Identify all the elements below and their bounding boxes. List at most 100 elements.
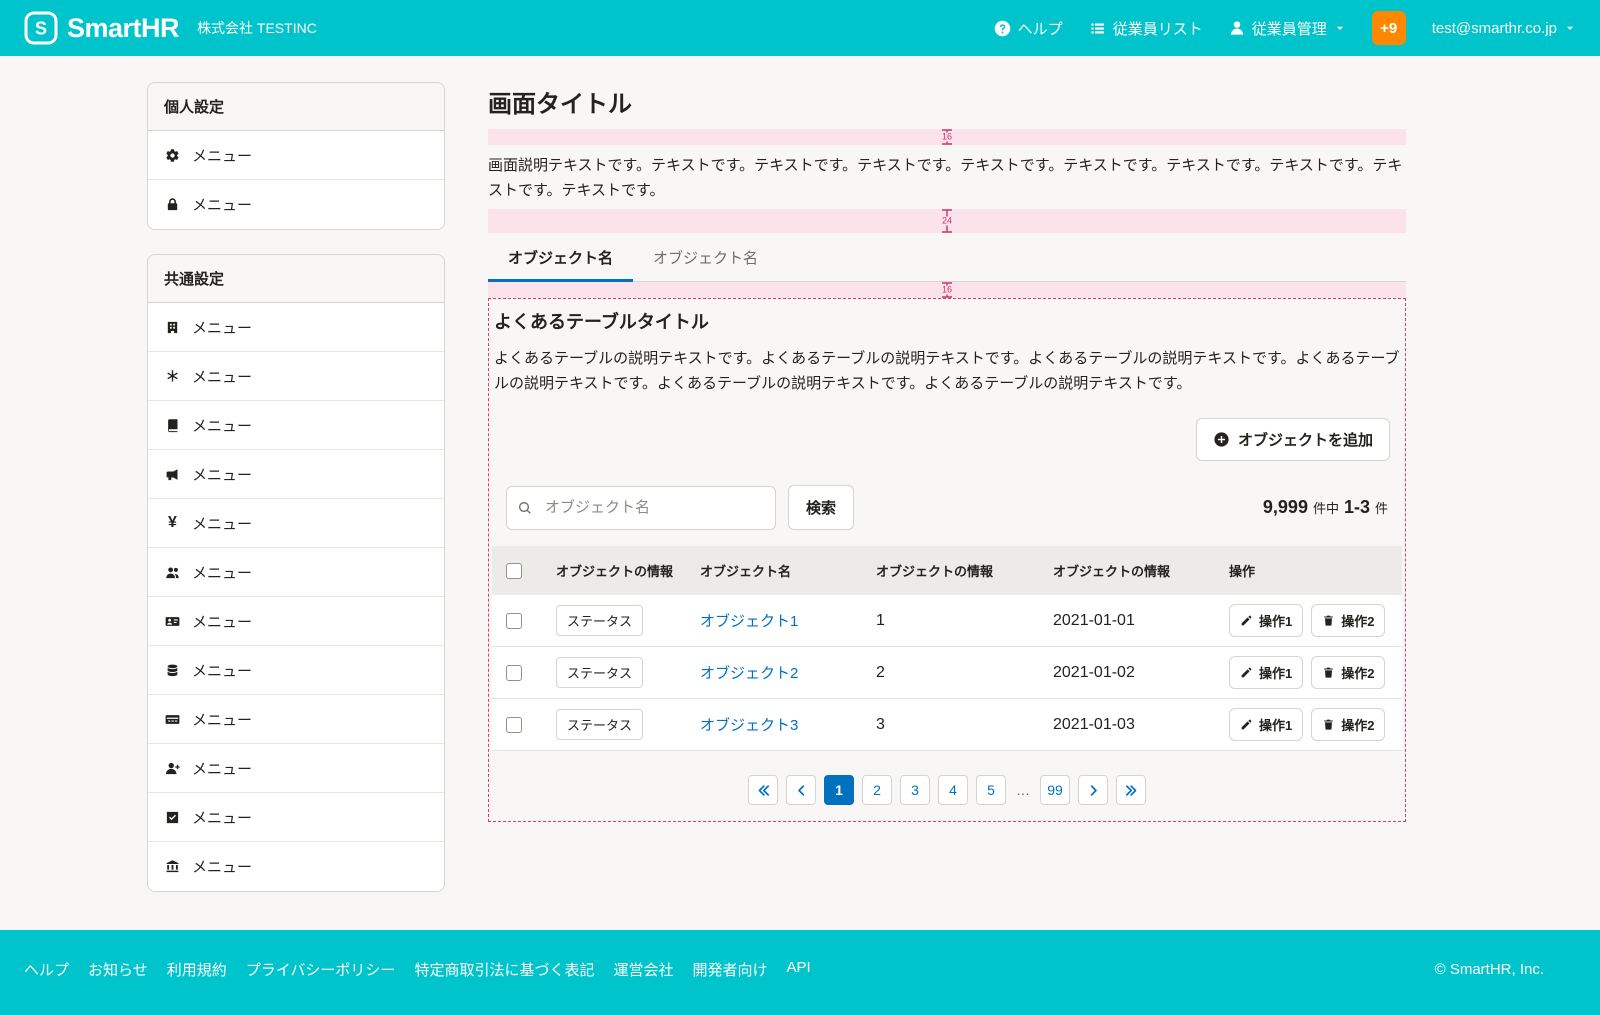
sidebar-item-book[interactable]: メニュー: [148, 401, 444, 450]
first-page-button[interactable]: [748, 775, 778, 805]
account-menu[interactable]: test@smarthr.co.jp: [1432, 20, 1576, 37]
object-table: オブジェクトの情報 オブジェクト名 オブジェクトの情報 オブジェクトの情報 操作…: [492, 546, 1402, 751]
action1-button[interactable]: 操作1: [1229, 604, 1303, 637]
spacing-annotation-16: 16: [488, 282, 1406, 298]
footer-link-api[interactable]: API: [786, 959, 810, 980]
search-row: 検索 9,999 件中 1-3 件: [492, 479, 1402, 546]
table-toolbar: オブジェクトを追加: [492, 396, 1402, 479]
settings-sidebar: 個人設定 メニュー メニュー 共通設定 メニュー: [147, 82, 445, 892]
page-description: 画面説明テキストです。テキストです。テキストです。テキストです。テキストです。テ…: [488, 153, 1406, 203]
action2-label: 操作2: [1341, 715, 1374, 734]
page-button-99[interactable]: 99: [1040, 775, 1070, 805]
sidebar-item-user-add[interactable]: メニュー: [148, 744, 444, 793]
select-all-checkbox[interactable]: [506, 563, 522, 579]
object-info: 2: [868, 647, 1045, 699]
search-input[interactable]: [506, 486, 776, 530]
footer-link-company[interactable]: 運営会社: [613, 959, 673, 980]
last-page-button[interactable]: [1116, 775, 1146, 805]
sidebar-item-check-square[interactable]: メニュー: [148, 793, 444, 842]
sidebar-item-label: メニュー: [192, 807, 252, 828]
action2-button[interactable]: 操作2: [1311, 708, 1385, 741]
table-description: よくあるテーブルの説明テキストです。よくあるテーブルの説明テキストです。よくある…: [494, 346, 1400, 396]
object-date: 2021-01-03: [1045, 699, 1221, 751]
add-object-button[interactable]: オブジェクトを追加: [1196, 418, 1390, 461]
main-content: 画面タイトル 16 画面説明テキストです。テキストです。テキストです。テキストで…: [488, 82, 1406, 822]
sidebar-item-asterisk[interactable]: メニュー: [148, 352, 444, 401]
sidebar-item-megaphone[interactable]: メニュー: [148, 450, 444, 499]
sidebar-item-label: メニュー: [192, 513, 252, 534]
pencil-icon: [1240, 718, 1253, 731]
sidebar-item-lock[interactable]: メニュー: [148, 180, 444, 229]
row-checkbox[interactable]: [506, 613, 522, 629]
sidebar-item-label: メニュー: [192, 856, 252, 877]
page-button-2[interactable]: 2: [862, 775, 892, 805]
sidebar-item-gear[interactable]: メニュー: [148, 131, 444, 180]
action2-button[interactable]: 操作2: [1311, 604, 1385, 637]
search-button[interactable]: 検索: [788, 485, 854, 530]
status-badge: ステータス: [556, 657, 643, 688]
tab-object-2[interactable]: オブジェクト名: [633, 237, 778, 281]
action1-label: 操作1: [1259, 663, 1292, 682]
footer-link-terms[interactable]: 利用規約: [167, 959, 227, 980]
tab-bar: オブジェクト名 オブジェクト名: [488, 237, 1406, 282]
page-button-1[interactable]: 1: [824, 775, 854, 805]
help-link[interactable]: ヘルプ: [994, 18, 1063, 39]
action1-button[interactable]: 操作1: [1229, 656, 1303, 689]
next-page-button[interactable]: [1078, 775, 1108, 805]
prev-page-button[interactable]: [786, 775, 816, 805]
spacing-value: 16: [940, 286, 954, 295]
pagination: 1 2 3 4 5 … 99: [492, 775, 1402, 805]
footer-link-privacy[interactable]: プライバシーポリシー: [246, 959, 396, 980]
double-chevron-left-icon: [756, 783, 771, 798]
employee-list-label: 従業員リスト: [1113, 18, 1203, 39]
sidebar-item-bank[interactable]: メニュー: [148, 842, 444, 891]
action1-button[interactable]: 操作1: [1229, 708, 1303, 741]
plus-circle-icon: [1213, 431, 1230, 448]
notification-badge[interactable]: +9: [1372, 11, 1406, 45]
employee-admin-menu[interactable]: 従業員管理: [1229, 18, 1346, 39]
object-date: 2021-01-01: [1045, 595, 1221, 647]
page-button-3[interactable]: 3: [900, 775, 930, 805]
table-row: ステータス オブジェクト3 3 2021-01-03 操作1: [492, 699, 1402, 751]
sidebar-item-building[interactable]: メニュー: [148, 303, 444, 352]
footer-link-commerce-law[interactable]: 特定商取引法に基づく表記: [414, 959, 594, 980]
sidebar-item-credit-card[interactable]: メニュー: [148, 695, 444, 744]
asterisk-icon: [164, 369, 181, 384]
action2-button[interactable]: 操作2: [1311, 656, 1385, 689]
column-header: オブジェクトの情報: [548, 546, 692, 595]
column-header: オブジェクト名: [692, 546, 868, 595]
action1-label: 操作1: [1259, 611, 1292, 630]
row-checkbox[interactable]: [506, 717, 522, 733]
sidebar-item-users[interactable]: メニュー: [148, 548, 444, 597]
lock-icon: [164, 197, 181, 212]
page-button-4[interactable]: 4: [938, 775, 968, 805]
spacing-value: 24: [940, 217, 954, 226]
page-button-5[interactable]: 5: [976, 775, 1006, 805]
help-label: ヘルプ: [1018, 18, 1063, 39]
footer-link-developers[interactable]: 開発者向け: [692, 959, 767, 980]
user-icon: [1229, 20, 1245, 36]
page-title: 画面タイトル: [488, 84, 1406, 119]
object-link[interactable]: オブジェクト3: [700, 717, 798, 734]
employee-list-link[interactable]: 従業員リスト: [1089, 18, 1203, 39]
footer-link-news[interactable]: お知らせ: [88, 959, 148, 980]
users-icon: [164, 565, 181, 580]
row-checkbox[interactable]: [506, 665, 522, 681]
sidebar-item-id-card[interactable]: メニュー: [148, 597, 444, 646]
header-nav: ヘルプ 従業員リスト 従業員管理 +9 test@smarthr.co.jp: [994, 11, 1576, 45]
sidebar-item-database[interactable]: メニュー: [148, 646, 444, 695]
tab-object-1[interactable]: オブジェクト名: [488, 237, 633, 281]
status-badge: ステータス: [556, 709, 643, 740]
spacing-annotation-24: 24: [488, 209, 1406, 233]
object-link[interactable]: オブジェクト2: [700, 665, 798, 682]
sidebar-item-yen[interactable]: ¥ メニュー: [148, 499, 444, 548]
footer-link-help[interactable]: ヘルプ: [24, 959, 69, 980]
column-header: 操作: [1221, 546, 1402, 595]
sidebar-item-label: メニュー: [192, 562, 252, 583]
megaphone-icon: [164, 467, 181, 482]
sidebar-section-title: 共通設定: [148, 255, 444, 303]
smarthr-logo[interactable]: S SmartHR: [24, 11, 179, 45]
object-link[interactable]: オブジェクト1: [700, 613, 798, 630]
table-row: ステータス オブジェクト1 1 2021-01-01 操作1: [492, 595, 1402, 647]
sidebar-item-label: メニュー: [192, 611, 252, 632]
